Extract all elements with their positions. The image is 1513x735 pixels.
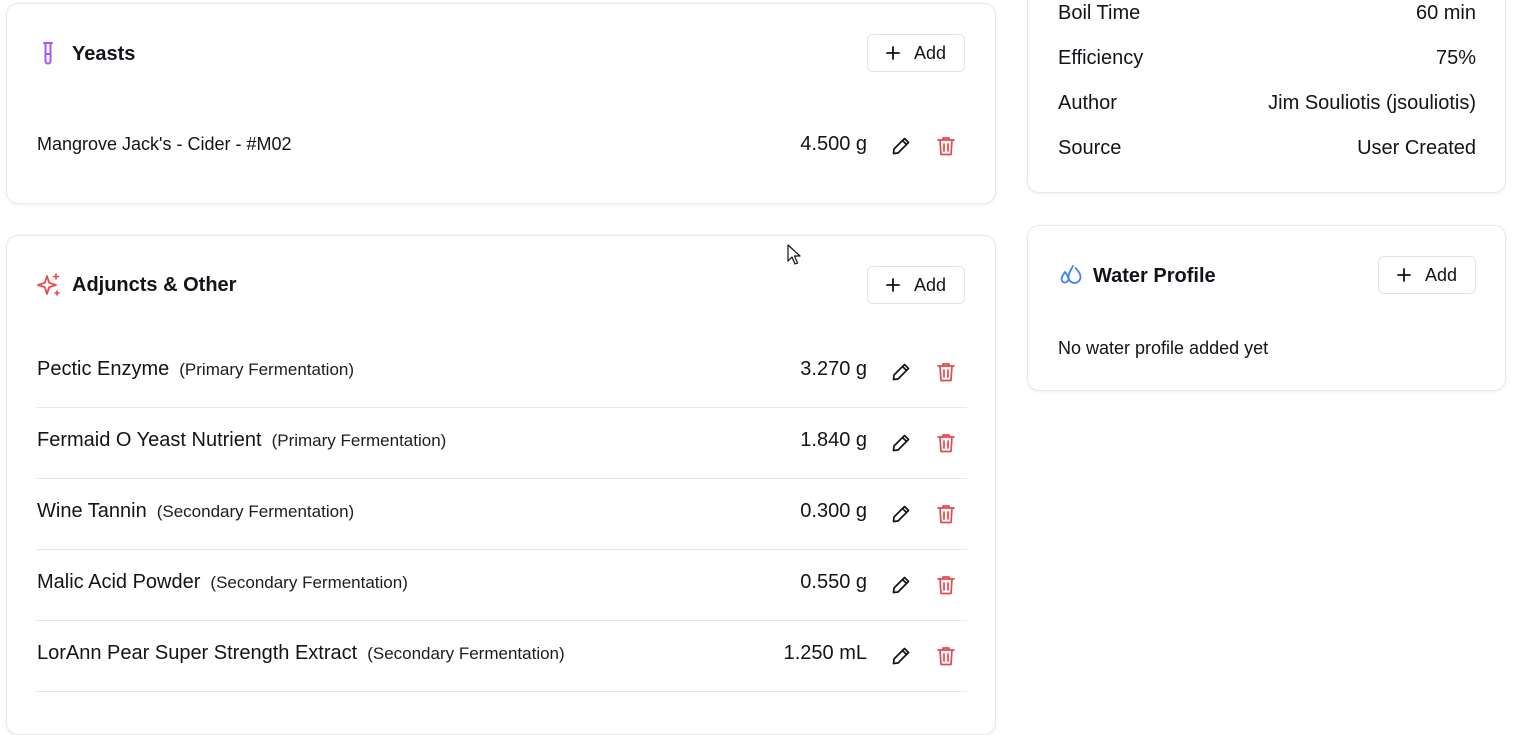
pencil-icon xyxy=(892,647,910,665)
add-water-profile-button[interactable]: Add xyxy=(1378,256,1476,294)
list-item: LorAnn Pear Super Strength Extract (Secon… xyxy=(37,620,967,692)
info-label: Efficiency xyxy=(1058,47,1144,69)
edit-adjunct-button[interactable] xyxy=(889,431,913,455)
pencil-icon xyxy=(892,363,910,381)
delete-adjunct-button[interactable] xyxy=(934,431,958,455)
trash-icon xyxy=(937,137,955,156)
adjunct-stage: (Secondary Fermentation) xyxy=(367,644,565,663)
mouse-cursor-icon xyxy=(787,244,801,265)
delete-adjunct-button[interactable] xyxy=(934,502,958,526)
trash-icon xyxy=(937,363,955,382)
adjunct-name: Wine Tannin xyxy=(37,500,147,522)
adjunct-stage: (Primary Fermentation) xyxy=(271,431,447,450)
adjunct-name: Pectic Enzyme xyxy=(37,358,170,380)
water-profile-title: Water Profile xyxy=(1093,265,1216,287)
yeast-amount: 4.500 g xyxy=(800,133,867,155)
yeasts-card: Yeasts Add Mangrove Jack's - Cider - #M0… xyxy=(6,3,996,204)
delete-adjunct-button[interactable] xyxy=(934,644,958,668)
sparkles-icon xyxy=(37,273,60,296)
adjunct-name: Malic Acid Powder xyxy=(37,571,201,593)
list-item: Pectic Enzyme (Primary Fermentation) 3.27… xyxy=(37,336,967,408)
info-label: Source xyxy=(1058,137,1122,159)
water-profile-card: Water Profile Add No water profile added… xyxy=(1027,225,1506,391)
edit-adjunct-button[interactable] xyxy=(889,573,913,597)
pencil-icon xyxy=(892,137,910,155)
yeast-item: Mangrove Jack's - Cider - #M02 4.500 g xyxy=(37,133,967,163)
adjunct-stage: (Secondary Fermentation) xyxy=(210,573,408,592)
add-water-profile-label: Add xyxy=(1424,264,1458,285)
water-profile-empty-text: No water profile added yet xyxy=(1058,338,1269,358)
adjunct-amount: 0.550 g xyxy=(800,571,867,593)
list-item: Malic Acid Powder (Secondary Fermentation… xyxy=(37,549,967,621)
plus-icon xyxy=(1397,268,1411,282)
recipe-info-card: Boil Time 60 min Efficiency 75% Author J… xyxy=(1027,0,1506,193)
edit-adjunct-button[interactable] xyxy=(889,360,913,384)
info-value: 60 min xyxy=(1415,2,1476,24)
info-value: User Created xyxy=(1357,137,1476,159)
test-tube-icon xyxy=(43,42,53,65)
yeasts-title: Yeasts xyxy=(72,43,136,65)
adjuncts-card: Adjuncts & Other Add Pectic Enzyme (Prima… xyxy=(6,235,996,735)
list-item: Wine Tannin (Secondary Fermentation) 0.30… xyxy=(37,478,967,550)
edit-yeast-button[interactable] xyxy=(889,134,913,158)
delete-adjunct-button[interactable] xyxy=(934,360,958,384)
adjunct-amount: 0.300 g xyxy=(800,500,867,522)
edit-adjunct-button[interactable] xyxy=(889,644,913,668)
adjunct-amount: 1.250 mL xyxy=(783,642,867,664)
add-adjunct-button[interactable]: Add xyxy=(867,266,965,304)
adjunct-amount: 1.840 g xyxy=(800,429,867,451)
edit-adjunct-button[interactable] xyxy=(889,502,913,526)
adjunct-name: Fermaid O Yeast Nutrient xyxy=(37,429,262,451)
droplets-icon xyxy=(1060,265,1082,284)
adjunct-stage: (Secondary Fermentation) xyxy=(156,502,355,521)
trash-icon xyxy=(937,434,955,453)
info-value: Jim Souliotis (jsouliotis) xyxy=(1268,92,1476,114)
adjuncts-title: Adjuncts & Other xyxy=(72,274,237,296)
adjunct-amount: 3.270 g xyxy=(800,358,867,380)
info-label: Author xyxy=(1058,92,1117,114)
adjunct-stage: (Primary Fermentation) xyxy=(179,360,355,379)
pencil-icon xyxy=(892,576,910,594)
delete-adjunct-button[interactable] xyxy=(934,573,958,597)
pencil-icon xyxy=(892,434,910,452)
trash-icon xyxy=(937,647,955,666)
plus-icon xyxy=(886,46,900,60)
delete-yeast-button[interactable] xyxy=(934,134,958,158)
adjunct-name: LorAnn Pear Super Strength Extract xyxy=(37,642,358,664)
plus-icon xyxy=(886,278,900,292)
trash-icon xyxy=(937,505,955,524)
info-label: Boil Time xyxy=(1058,2,1141,24)
trash-icon xyxy=(937,576,955,595)
yeast-name: Mangrove Jack's - Cider - #M02 xyxy=(37,134,292,154)
list-item: Fermaid O Yeast Nutrient (Primary Ferment… xyxy=(37,407,967,479)
add-adjunct-label: Add xyxy=(913,274,947,295)
add-yeast-label: Add xyxy=(913,42,947,63)
add-yeast-button[interactable]: Add xyxy=(867,34,965,72)
info-value: 75% xyxy=(1435,47,1476,69)
pencil-icon xyxy=(892,505,910,523)
